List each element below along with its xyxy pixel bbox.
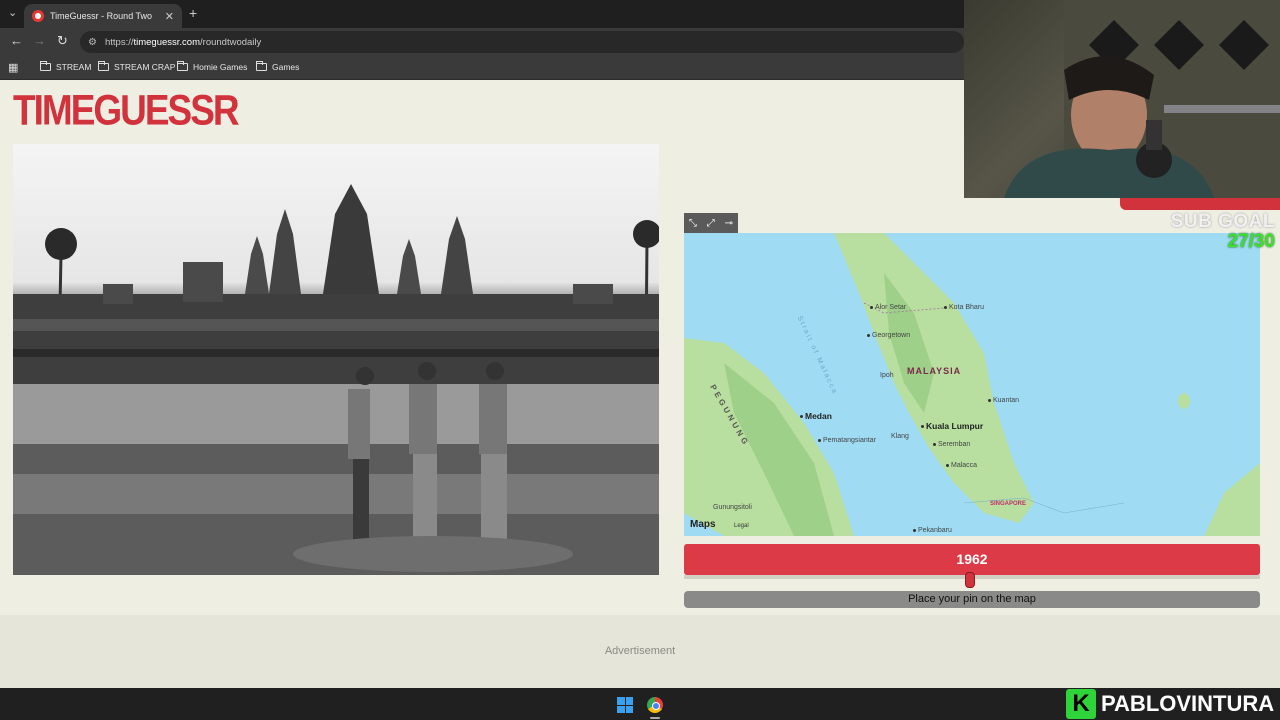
round-photo[interactable] (13, 144, 659, 575)
map-land-shapes (684, 233, 1260, 536)
city-label: Medan (800, 411, 832, 421)
timeguessr-favicon-icon (32, 10, 44, 22)
city-label: Kuantan (988, 397, 1019, 404)
timeguessr-logo[interactable]: TIMEGUESSR (13, 89, 240, 132)
back-arrow-icon[interactable]: ← (10, 34, 23, 48)
city-label: Pekanbaru (913, 527, 952, 534)
folder-icon (98, 61, 109, 71)
browser-tab-active[interactable]: TimeGuessr - Round Two ✕ (24, 4, 182, 28)
advertisement-label: Advertisement (604, 645, 676, 657)
city-label: Alor Setar (870, 304, 906, 311)
active-app-indicator (650, 717, 660, 719)
tab-close-icon[interactable]: ✕ (165, 10, 174, 23)
kick-logo-icon: K (1066, 689, 1096, 719)
city-label: Seremban (933, 441, 970, 448)
city-label: Kuala Lumpur (921, 421, 983, 431)
bookmark-folder-games[interactable]: Games (256, 61, 299, 72)
year-slider-handle[interactable] (965, 572, 975, 588)
folder-icon (40, 61, 51, 71)
city-label: Malacca (946, 462, 977, 469)
country-label: MALAYSIA (907, 366, 962, 376)
temple-photo-illustration (13, 184, 659, 575)
tab-search-chevron-icon[interactable]: ⌄ (8, 6, 17, 19)
site-info-icon[interactable]: ⚙ (88, 37, 97, 48)
city-label: Klang (891, 433, 909, 440)
address-bar[interactable]: ⚙ https://timeguessr.com/roundtwodaily (80, 31, 964, 53)
city-label: Ipoh (880, 372, 894, 379)
bookmark-folder-stream[interactable]: STREAM (40, 61, 91, 72)
stream-red-tab (1120, 198, 1280, 210)
url-text: https://timeguessr.com/roundtwodaily (104, 36, 262, 48)
expand-map-icon[interactable]: ⤡ (689, 218, 697, 229)
year-display: 1962 (684, 544, 1260, 575)
new-tab-plus-icon[interactable]: + (189, 5, 197, 21)
windows-start-icon[interactable] (617, 697, 633, 713)
sub-goal-count: 27/30 (1227, 231, 1275, 252)
streamer-brand: K PABLOVINTURA (1066, 688, 1280, 720)
city-label: Gunungsitoli (713, 504, 752, 511)
webcam-feed-illustration (1004, 0, 1280, 198)
advertisement-band: Advertisement (0, 615, 1280, 688)
apps-grid-icon[interactable]: ▦ (8, 61, 18, 74)
streamer-webcam (964, 0, 1280, 198)
apple-maps-attribution: Maps (690, 519, 716, 530)
folder-icon (177, 61, 188, 71)
sub-goal-label: SUB GOAL (1170, 211, 1275, 232)
pin-map-icon[interactable]: ⊸ (725, 218, 733, 229)
city-label: Georgetown (867, 332, 910, 339)
reload-icon[interactable]: ↻ (57, 34, 68, 48)
chrome-taskbar-icon[interactable] (647, 697, 663, 713)
tab-title: TimeGuessr - Round Two (50, 11, 153, 21)
map-controls: ⤡ ⤢ ⊸ (684, 213, 738, 233)
shrink-map-icon[interactable]: ⤢ (707, 218, 715, 229)
guess-map[interactable]: Alor Setar Kota Bharu Georgetown Ipoh MA… (684, 233, 1260, 536)
city-label: Pematangsiantar (818, 437, 876, 444)
streamer-name: PABLOVINTURA (1101, 691, 1275, 716)
city-label: Kota Bharu (944, 304, 984, 311)
forward-arrow-icon[interactable]: → (33, 34, 46, 48)
city-label: SINGAPORE (990, 501, 1027, 507)
place-pin-button[interactable]: Place your pin on the map (684, 591, 1260, 608)
folder-icon (256, 61, 267, 71)
bookmark-folder-stream-crap[interactable]: STREAM CRAP (98, 61, 175, 72)
map-legal-link[interactable]: Legal (734, 523, 749, 529)
bookmark-folder-homie-games[interactable]: Homie Games (177, 61, 247, 72)
